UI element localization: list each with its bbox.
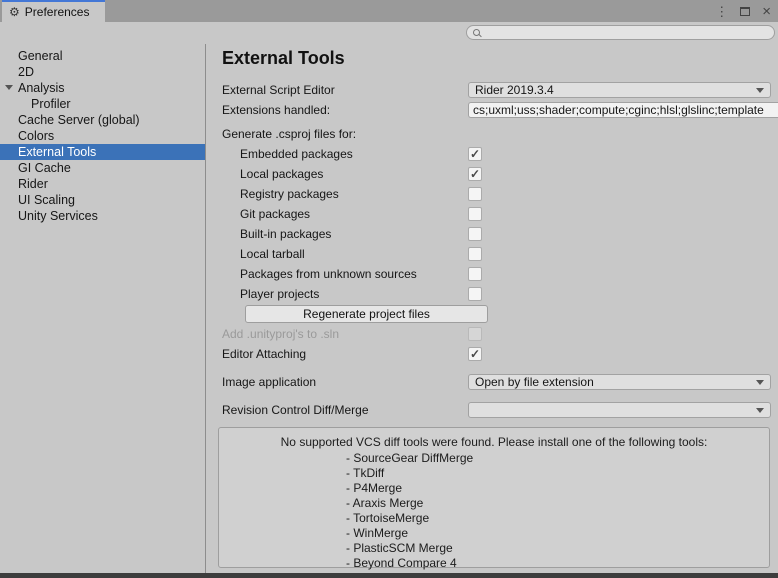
extensions-input[interactable]: cs;uxml;uss;shader;compute;cginc;hlsl;gl…: [468, 102, 778, 118]
vcs-tool-item: - PlasticSCM Merge: [346, 541, 769, 556]
builtin-packages-label: Built-in packages: [207, 227, 468, 241]
player-projects-label: Player projects: [207, 287, 468, 301]
local-packages-label: Local packages: [207, 167, 468, 181]
page-title: External Tools: [222, 48, 778, 69]
unityproj-row: Add .unityproj's to .sln: [207, 324, 778, 344]
embedded-packages-label: Embedded packages: [207, 147, 468, 161]
dropdown-arrow-icon: [756, 408, 764, 413]
unknown-sources-label: Packages from unknown sources: [207, 267, 468, 281]
revision-control-label: Revision Control Diff/Merge: [207, 403, 468, 417]
sidebar-item-profiler[interactable]: Profiler: [0, 96, 205, 112]
sidebar-item-2d[interactable]: 2D: [0, 64, 205, 80]
editor-attaching-checkbox[interactable]: [468, 347, 482, 361]
foldout-arrow-icon[interactable]: [5, 85, 13, 90]
checkbox-row: Local tarball: [207, 244, 778, 264]
sidebar-item-ui-scaling[interactable]: UI Scaling: [0, 192, 205, 208]
checkbox-row: Embedded packages: [207, 144, 778, 164]
extensions-label: Extensions handled:: [207, 103, 468, 117]
git-packages-label: Git packages: [207, 207, 468, 221]
extensions-row: Extensions handled: cs;uxml;uss;shader;c…: [207, 100, 778, 120]
checkbox-row: Packages from unknown sources: [207, 264, 778, 284]
script-editor-row: External Script Editor Rider 2019.3.4: [207, 80, 778, 100]
builtin-packages-checkbox[interactable]: [468, 227, 482, 241]
sidebar-item-analysis[interactable]: Analysis: [0, 80, 205, 96]
preferences-sidebar: General 2D Analysis Profiler Cache Serve…: [0, 44, 206, 573]
revision-control-row: Revision Control Diff/Merge: [207, 400, 778, 420]
window-menu-icon[interactable]: ⋮: [715, 5, 728, 18]
generate-label-row: Generate .csproj files for:: [207, 124, 778, 144]
dropdown-arrow-icon: [756, 88, 764, 93]
unknown-sources-checkbox[interactable]: [468, 267, 482, 281]
vcs-tool-item: - P4Merge: [346, 481, 769, 496]
close-icon[interactable]: ×: [762, 4, 771, 19]
checkbox-row: Registry packages: [207, 184, 778, 204]
toolbar: [0, 22, 778, 44]
script-editor-dropdown[interactable]: Rider 2019.3.4: [468, 82, 771, 98]
editor-attaching-label: Editor Attaching: [207, 347, 468, 361]
checkbox-row: Built-in packages: [207, 224, 778, 244]
sidebar-item-unity-services[interactable]: Unity Services: [0, 208, 205, 224]
dropdown-arrow-icon: [756, 380, 764, 385]
generate-csproj-label: Generate .csproj files for:: [207, 127, 468, 141]
image-application-row: Image application Open by file extension: [207, 372, 778, 392]
search-box[interactable]: [466, 25, 775, 40]
gear-icon: ⚙: [9, 6, 20, 18]
regenerate-project-files-button[interactable]: Regenerate project files: [245, 305, 488, 323]
vcs-tool-item: - WinMerge: [346, 526, 769, 541]
tab-preferences[interactable]: ⚙ Preferences: [2, 0, 105, 22]
sidebar-item-general[interactable]: General: [0, 48, 205, 64]
player-projects-checkbox[interactable]: [468, 287, 482, 301]
vcs-tool-item: - TortoiseMerge: [346, 511, 769, 526]
vcs-notice-box: No supported VCS diff tools were found. …: [218, 427, 770, 568]
window-titlebar: ⚙ Preferences ⋮ ×: [0, 0, 778, 22]
window-bottom-edge: [0, 573, 778, 578]
search-icon: [473, 29, 480, 36]
search-input[interactable]: [480, 27, 774, 39]
checkbox-row: Player projects: [207, 284, 778, 304]
sidebar-item-gi-cache[interactable]: GI Cache: [0, 160, 205, 176]
local-packages-checkbox[interactable]: [468, 167, 482, 181]
sidebar-item-rider[interactable]: Rider: [0, 176, 205, 192]
editor-attaching-row: Editor Attaching: [207, 344, 778, 364]
maximize-icon[interactable]: [740, 7, 750, 16]
checkbox-row: Local packages: [207, 164, 778, 184]
vcs-tool-item: - TkDiff: [346, 466, 769, 481]
sidebar-item-cache-server[interactable]: Cache Server (global): [0, 112, 205, 128]
vcs-tool-item: - Araxis Merge: [346, 496, 769, 511]
registry-packages-checkbox[interactable]: [468, 187, 482, 201]
embedded-packages-checkbox[interactable]: [468, 147, 482, 161]
revision-control-dropdown[interactable]: [468, 402, 771, 418]
registry-packages-label: Registry packages: [207, 187, 468, 201]
vcs-tool-item: - SourceGear DiffMerge: [346, 451, 769, 466]
external-tools-pane: External Tools External Script Editor Ri…: [207, 44, 778, 573]
local-tarball-checkbox[interactable]: [468, 247, 482, 261]
git-packages-checkbox[interactable]: [468, 207, 482, 221]
local-tarball-label: Local tarball: [207, 247, 468, 261]
tab-title: Preferences: [25, 5, 90, 19]
checkbox-row: Git packages: [207, 204, 778, 224]
sidebar-item-colors[interactable]: Colors: [0, 128, 205, 144]
script-editor-label: External Script Editor: [207, 83, 468, 97]
image-application-dropdown[interactable]: Open by file extension: [468, 374, 771, 390]
image-application-label: Image application: [207, 375, 468, 389]
add-unityproj-label: Add .unityproj's to .sln: [207, 327, 468, 341]
vcs-tools-list: - SourceGear DiffMerge - TkDiff - P4Merg…: [219, 451, 769, 571]
vcs-notice-message: No supported VCS diff tools were found. …: [219, 435, 769, 449]
sidebar-item-external-tools[interactable]: External Tools: [0, 144, 205, 160]
add-unityproj-checkbox: [468, 327, 482, 341]
vcs-tool-item: - Beyond Compare 4: [346, 556, 769, 571]
